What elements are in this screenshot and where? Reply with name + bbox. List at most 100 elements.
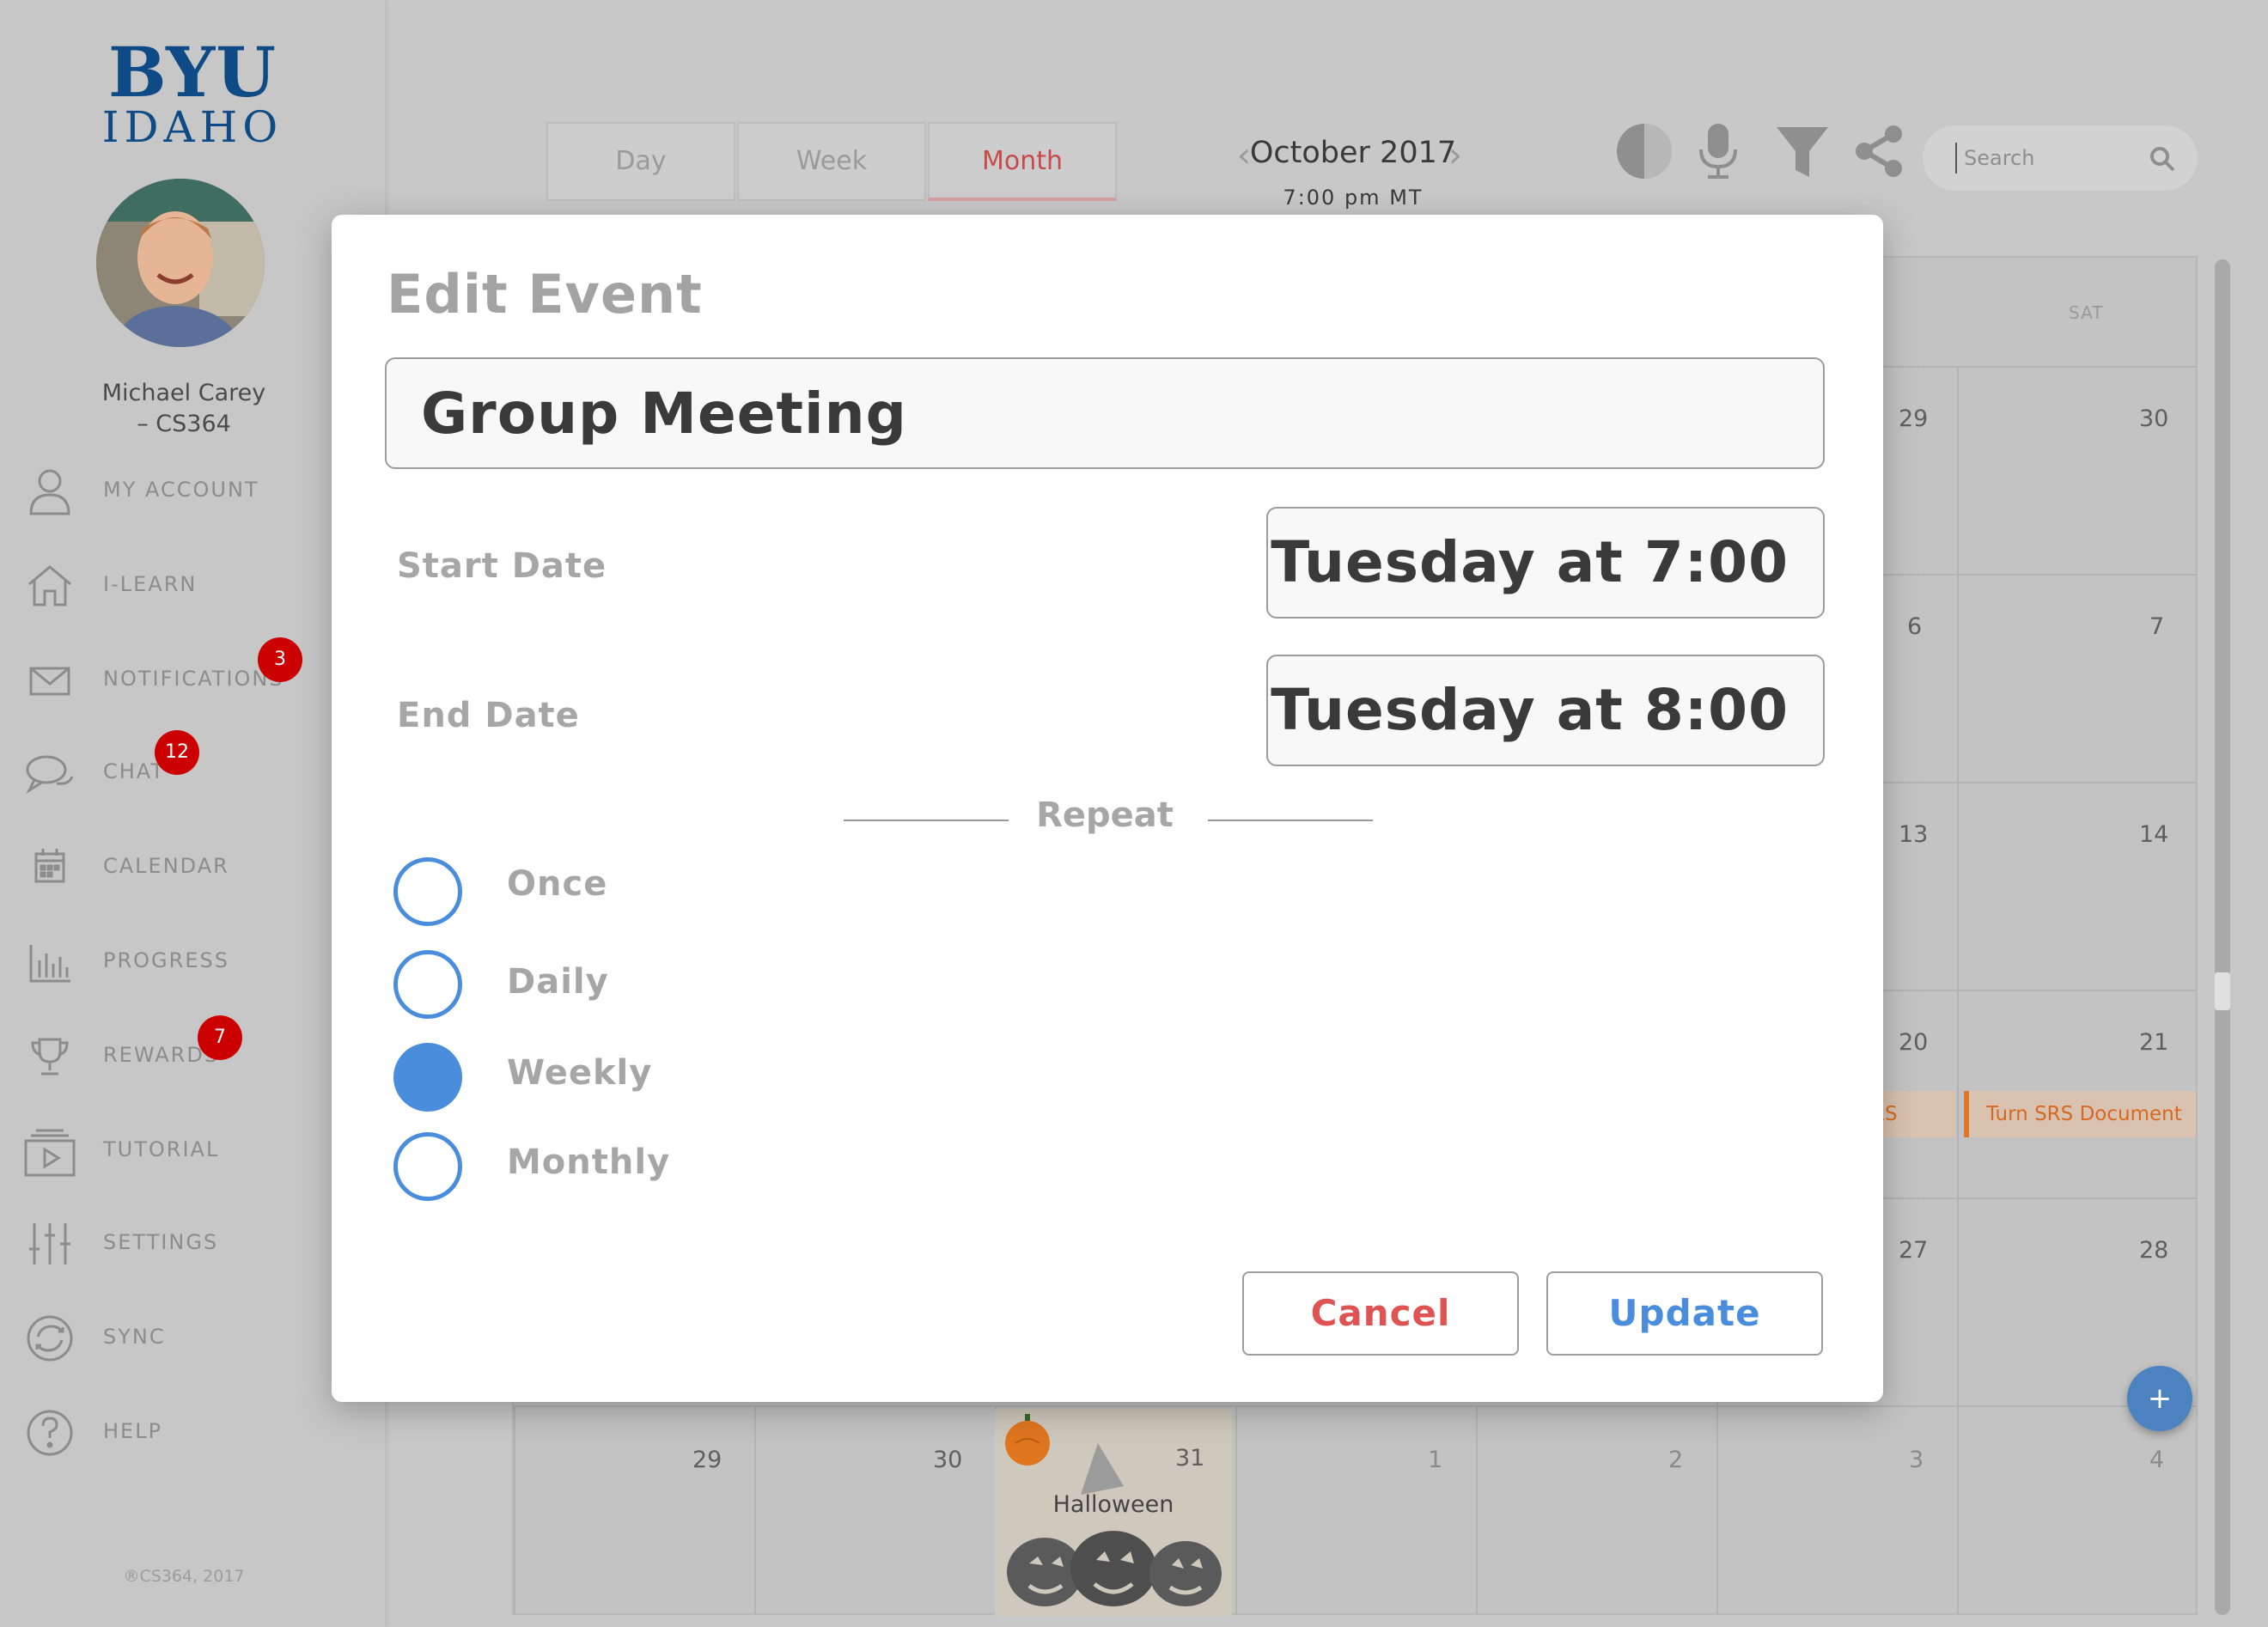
- filter-icon[interactable]: [1771, 120, 1833, 182]
- calendar-cell[interactable]: [1957, 1405, 2198, 1615]
- user-name: Michael Carey – CS364: [0, 378, 368, 440]
- sync-icon: [22, 1311, 77, 1366]
- user-name-line2: – CS364: [137, 411, 231, 437]
- calendar-cell[interactable]: [1957, 366, 2198, 574]
- microphone-icon[interactable]: [1687, 120, 1749, 182]
- calendar-cell[interactable]: [1957, 574, 2198, 782]
- start-date-label: Start Date: [397, 546, 607, 586]
- day-number: 3: [1909, 1447, 1924, 1473]
- sidebar-item-progress[interactable]: PROGRESS: [0, 919, 385, 1005]
- add-event-button[interactable]: +: [2127, 1366, 2192, 1431]
- repeat-weekly-radio[interactable]: [393, 1043, 462, 1112]
- sidebar-item-label: SETTINGS: [103, 1230, 219, 1254]
- day-number: 29: [692, 1447, 722, 1473]
- calendar-cell[interactable]: [1476, 1405, 1716, 1615]
- dialog-title: Edit Event: [387, 263, 703, 326]
- repeat-option-label: Weekly: [507, 1053, 653, 1093]
- repeat-monthly-radio[interactable]: [393, 1132, 462, 1201]
- search-icon[interactable]: [2148, 144, 2177, 174]
- halloween-cell[interactable]: 31 Halloween: [995, 1409, 1232, 1617]
- scrollbar[interactable]: [2215, 259, 2230, 1615]
- search-bar: [1923, 125, 2198, 191]
- holiday-label: Halloween: [1052, 1491, 1174, 1518]
- person-icon: [22, 464, 77, 519]
- sidebar-item-label: I-LEARN: [103, 572, 198, 596]
- sidebar-item-label: TUTORIAL: [103, 1137, 220, 1161]
- end-date-label: End Date: [397, 696, 580, 735]
- calendar-cell[interactable]: [754, 1405, 995, 1615]
- home-icon: [22, 558, 77, 613]
- calendar-cell[interactable]: [1235, 1405, 1476, 1615]
- sidebar-item-calendar[interactable]: CALENDAR: [0, 825, 385, 911]
- sidebar-item-label: CALENDAR: [103, 854, 229, 878]
- month-title: October 2017: [1249, 136, 1457, 170]
- user-name-line1: Michael Carey: [101, 380, 266, 406]
- view-week-button[interactable]: Week: [737, 122, 926, 201]
- day-number: 4: [2149, 1447, 2165, 1473]
- day-number: 28: [2139, 1237, 2169, 1264]
- day-number: 30: [2139, 405, 2169, 432]
- sidebar-item-tutorial[interactable]: TUTORIAL: [0, 1108, 385, 1194]
- calendar-cell[interactable]: [1957, 782, 2198, 990]
- divider: [1208, 820, 1373, 821]
- copyright: ®CS364, 2017: [123, 1567, 245, 1586]
- day-number: 29: [1899, 405, 1929, 432]
- chevron-right-icon[interactable]: ›: [1448, 136, 1462, 175]
- sidebar-item-settings[interactable]: SETTINGS: [0, 1201, 385, 1287]
- day-number: 27: [1899, 1237, 1929, 1264]
- trophy-icon: [22, 1029, 77, 1084]
- rewards-badge: 7: [198, 1015, 242, 1060]
- chat-badge: 12: [155, 730, 199, 775]
- logo-byu: BYU: [107, 32, 277, 113]
- end-date-field[interactable]: Tuesday at 8:00: [1266, 655, 1825, 766]
- theme-toggle-icon[interactable]: [1613, 120, 1675, 182]
- help-icon: [22, 1405, 77, 1460]
- calendar-icon: [22, 840, 77, 895]
- current-time: 7:00 pm MT: [1283, 186, 1424, 210]
- cancel-button[interactable]: Cancel: [1242, 1271, 1519, 1356]
- sidebar-item-label: MY ACCOUNT: [103, 478, 259, 502]
- scrollbar-thumb[interactable]: [2215, 972, 2230, 1010]
- sidebar-item-label: NOTIFICATIONS: [103, 667, 284, 691]
- repeat-daily-radio[interactable]: [393, 950, 462, 1019]
- sidebar-item-label: HELP: [103, 1419, 163, 1443]
- day-number: 13: [1899, 821, 1929, 848]
- day-number: 1: [1428, 1447, 1443, 1473]
- bar-chart-icon: [22, 935, 77, 990]
- repeat-option-label: Once: [507, 864, 608, 904]
- sidebar-item-rewards[interactable]: REWARDS 7: [0, 1014, 385, 1100]
- day-number: 30: [933, 1447, 963, 1473]
- view-month-button[interactable]: Month: [928, 122, 1117, 201]
- share-icon[interactable]: [1849, 120, 1911, 182]
- day-number: 6: [1907, 613, 1923, 640]
- start-date-field[interactable]: Tuesday at 7:00: [1266, 507, 1825, 619]
- divider: [844, 820, 1009, 821]
- day-number: 14: [2139, 821, 2169, 848]
- repeat-label: Repeat: [1036, 795, 1174, 835]
- video-icon: [22, 1124, 77, 1179]
- sidebar-item-my-account[interactable]: MY ACCOUNT: [0, 448, 385, 534]
- day-number: 31: [1175, 1445, 1205, 1472]
- sidebar-item-notifications[interactable]: NOTIFICATIONS 3: [0, 637, 385, 723]
- update-button[interactable]: Update: [1546, 1271, 1823, 1356]
- sliders-icon: [22, 1216, 77, 1271]
- calendar-cell[interactable]: [1716, 1405, 1957, 1615]
- search-input[interactable]: [1955, 143, 2144, 174]
- view-day-button[interactable]: Day: [546, 122, 735, 201]
- day-number: 21: [2139, 1029, 2169, 1056]
- notification-badge: 3: [258, 637, 302, 682]
- avatar[interactable]: [96, 179, 265, 347]
- calendar-cell[interactable]: [514, 1405, 754, 1615]
- sidebar-item-sync[interactable]: SYNC: [0, 1295, 385, 1381]
- sidebar-item-i-learn[interactable]: I-LEARN: [0, 543, 385, 629]
- sidebar-item-help[interactable]: HELP: [0, 1390, 385, 1476]
- logo-idaho: IDAHO: [101, 102, 284, 152]
- sidebar-item-chat[interactable]: CHAT 12: [0, 730, 385, 816]
- sidebar: BYU IDAHO Michael Carey – CS364 MY ACCOU…: [0, 0, 385, 1627]
- sidebar-item-label: PROGRESS: [103, 948, 229, 972]
- repeat-once-radio[interactable]: [393, 857, 462, 926]
- repeat-option-label: Daily: [507, 962, 609, 1002]
- calendar-event[interactable]: Turn SRS Document: [1964, 1091, 2196, 1137]
- day-number: 7: [2149, 613, 2165, 640]
- event-name-input[interactable]: [385, 357, 1825, 469]
